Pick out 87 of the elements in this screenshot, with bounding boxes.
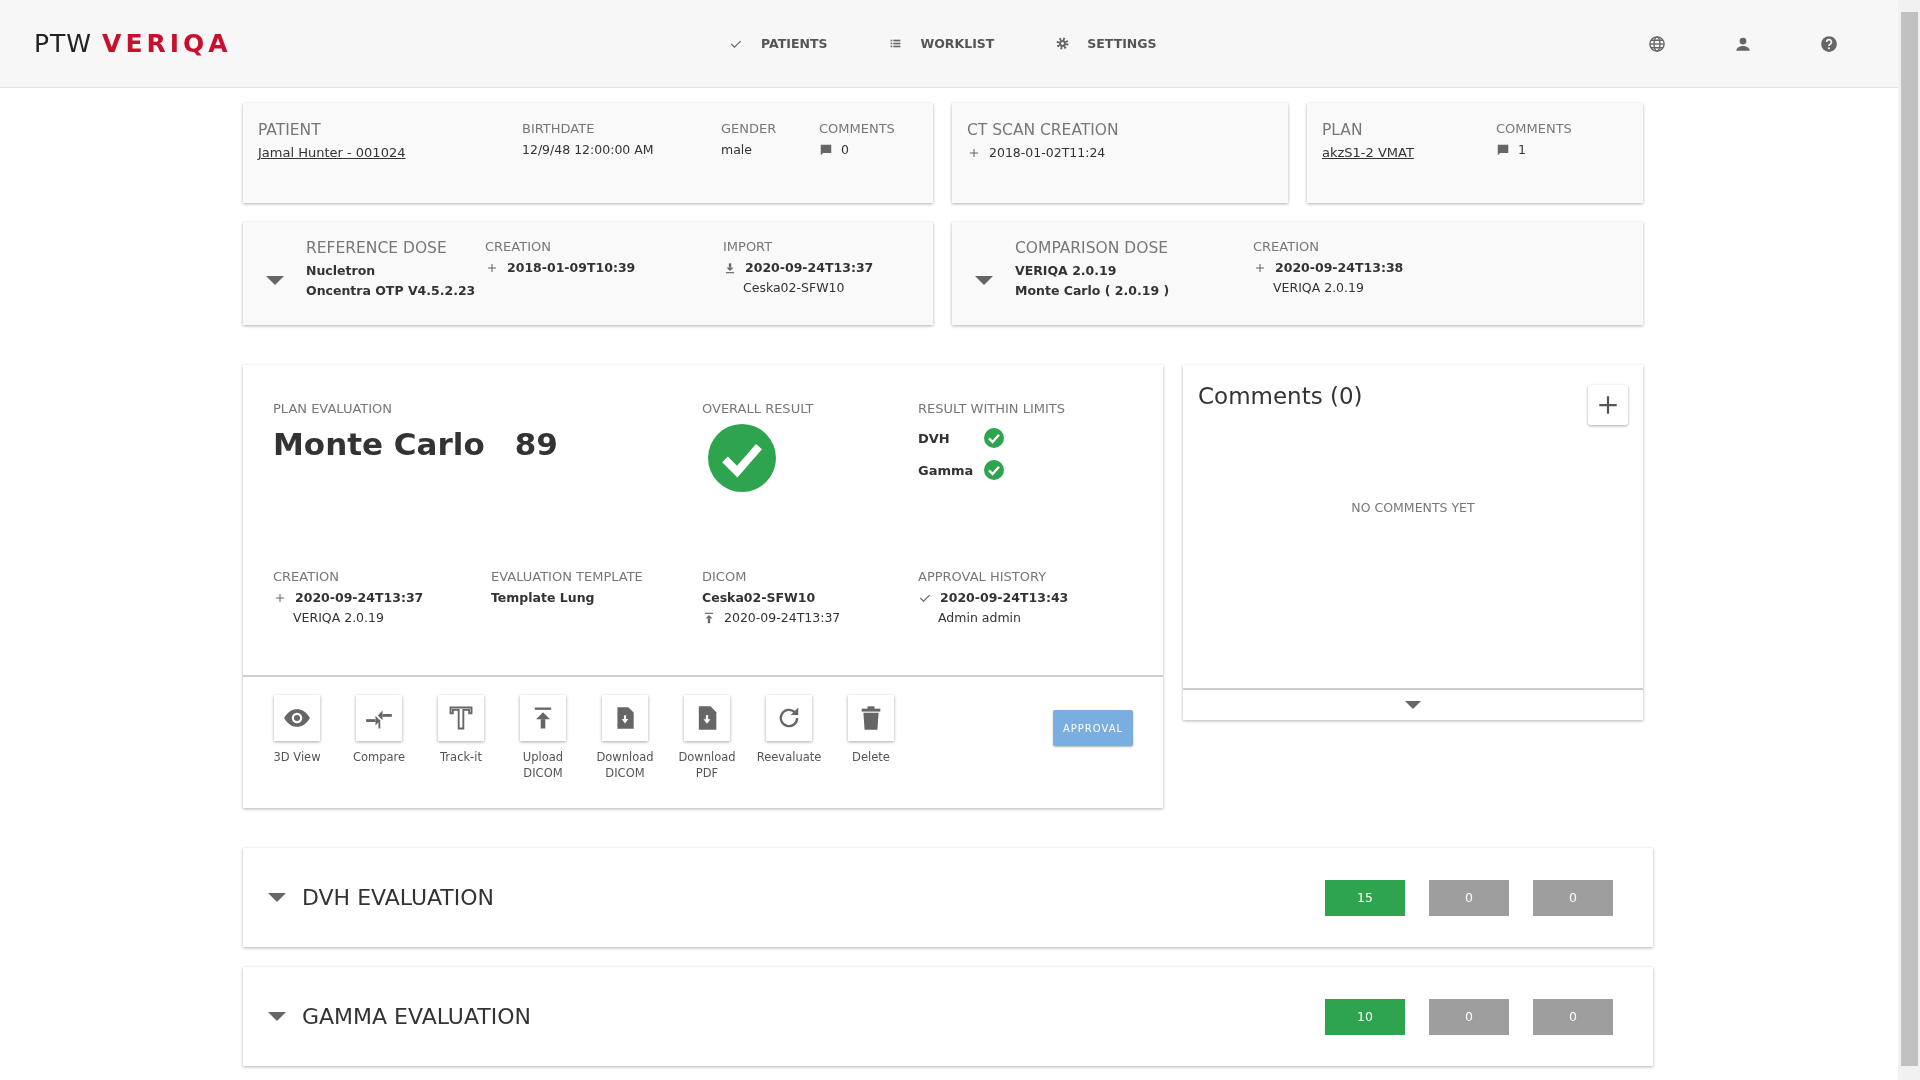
evaluation-title: GAMMA EVALUATION	[302, 1004, 532, 1029]
limit-label: Gamma	[918, 462, 975, 478]
plan-name: Monte Carlo	[273, 426, 485, 462]
settings-icon	[1056, 37, 1070, 50]
field-value: 2018-01-02T11:24	[989, 145, 1106, 160]
field-label: IMPORT	[723, 239, 774, 254]
field-value: 2018-01-09T10:39	[507, 260, 636, 275]
field-value: Template Lung	[491, 590, 595, 605]
nav-link[interactable]: WORKLIST	[889, 36, 995, 51]
limit-label: DVH	[918, 430, 951, 446]
comment-icon	[819, 142, 833, 157]
evaluation-title: DVH EVALUATION	[302, 885, 496, 910]
field-value: 2020-09-24T13:37	[745, 260, 874, 275]
comments-title: Comments (0)	[1198, 383, 1363, 409]
field-value: 12/9/48 12:00:00 AM	[522, 142, 654, 157]
logo-mark: PTW	[34, 29, 93, 58]
field-label: APPROVAL HISTORY	[918, 569, 1048, 584]
field-label: CREATION	[1253, 239, 1320, 254]
field-label: BIRTHDATE	[522, 121, 596, 136]
tee-icon	[447, 704, 475, 732]
scrollbar[interactable]	[1898, 0, 1920, 1080]
field-label: REFERENCE DOSE	[306, 239, 448, 257]
count-badge: 0	[1533, 879, 1613, 916]
help-icon	[1820, 34, 1838, 53]
field-value: Admin admin	[938, 610, 1021, 625]
field-label: CREATION	[485, 239, 552, 254]
toolbar-button[interactable]	[1648, 34, 1666, 53]
field-value: 2020-09-24T13:43	[940, 590, 1069, 605]
empty-message: NO COMMENTS YET	[1350, 500, 1476, 515]
record-link[interactable]: akzS1-2 VMAT	[1322, 145, 1496, 160]
caret-icon[interactable]	[265, 276, 284, 285]
globe-icon	[1648, 34, 1666, 53]
caret-icon[interactable]	[974, 276, 993, 285]
field-value: VERIQA 2.0.19	[1015, 263, 1117, 278]
count-badge: 10	[1325, 998, 1405, 1035]
field-value: Oncentra OTP V4.5.2.23	[306, 283, 476, 298]
count-badge: 15	[1325, 879, 1405, 916]
comment-icon	[1496, 142, 1510, 157]
action-button[interactable]: Upload DICOM	[508, 695, 578, 782]
action-button[interactable]: Download PDF	[672, 695, 742, 782]
field-value: 1	[1518, 142, 1526, 157]
field-label: PATIENT	[258, 121, 322, 139]
nav-link[interactable]: SETTINGS	[1056, 36, 1157, 51]
logo-brand: VERIQA	[102, 29, 232, 58]
list-icon	[889, 37, 903, 50]
record-link[interactable]: Jamal Hunter - 001024	[258, 145, 522, 160]
field-label: PLAN EVALUATION	[273, 401, 394, 416]
action-button[interactable]: Download DICOM	[590, 695, 660, 782]
field-value: Monte Carlo ( 2.0.19 )	[1015, 283, 1170, 298]
action-button[interactable]: Compare	[344, 695, 414, 782]
field-label: COMMENTS	[1496, 121, 1573, 136]
count-badge: 0	[1429, 879, 1509, 916]
field-value: Ceska02-SFW10	[702, 590, 816, 605]
field-label: CT SCAN CREATION	[967, 121, 1120, 139]
field-label: RESULT WITHIN LIMITS	[918, 401, 1066, 416]
field-label: COMMENTS	[819, 121, 896, 136]
field-label: EVALUATION TEMPLATE	[491, 569, 644, 584]
count-badge: 0	[1429, 998, 1509, 1035]
field-label: COMPARISON DOSE	[1015, 239, 1170, 257]
toolbar-button[interactable]	[1820, 34, 1838, 53]
action-button[interactable]: Delete	[836, 695, 906, 782]
upload-icon	[702, 610, 716, 625]
field-value: Nucletron	[306, 263, 376, 278]
field-value: 2020-09-24T13:37	[295, 590, 424, 605]
field-value: male	[721, 142, 752, 157]
field-value: 0	[841, 142, 849, 157]
field-label: PLAN	[1322, 121, 1364, 139]
action-button[interactable]: Track-it	[426, 695, 496, 782]
field-value: VERIQA 2.0.19	[293, 610, 384, 625]
field-value: Ceska02-SFW10	[743, 280, 845, 295]
caret-icon[interactable]	[268, 1012, 286, 1021]
add-button[interactable]	[1588, 385, 1628, 425]
caret-icon[interactable]	[268, 893, 286, 902]
field-value: 2020-09-24T13:38	[1275, 260, 1404, 275]
action-button[interactable]: Reevaluate	[754, 695, 824, 782]
field-value: 2020-09-24T13:37	[724, 610, 841, 625]
nav-link[interactable]: PATIENTS	[729, 36, 828, 51]
field-label: DICOM	[702, 569, 748, 584]
plan-score: 89	[514, 426, 558, 462]
field-label: CREATION	[273, 569, 340, 584]
field-label: OVERALL RESULT	[702, 401, 815, 416]
field-label: GENDER	[721, 121, 778, 136]
field-value: VERIQA 2.0.19	[1273, 280, 1364, 295]
action-button[interactable]: 3D View	[262, 695, 332, 782]
caret-icon[interactable]	[1405, 701, 1421, 709]
count-badge: 0	[1533, 998, 1613, 1035]
download-icon	[723, 260, 737, 275]
